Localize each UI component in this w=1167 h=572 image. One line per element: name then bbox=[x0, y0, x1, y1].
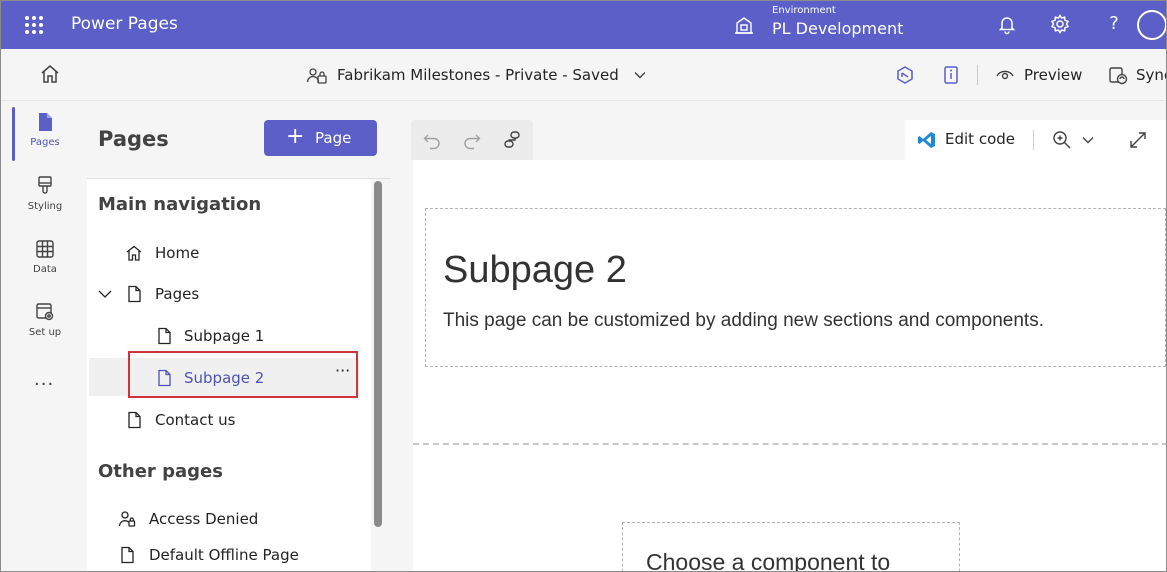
chevron-down-icon[interactable] bbox=[97, 286, 113, 302]
vscode-icon bbox=[918, 132, 935, 148]
rail-item-styling[interactable]: Styling bbox=[7, 169, 83, 227]
tree-item-subpage-1[interactable]: Subpage 1 bbox=[155, 325, 355, 349]
site-title[interactable]: Fabrikam Milestones - Private - Saved bbox=[337, 66, 619, 84]
tree-item-label: Default Offline Page bbox=[149, 546, 299, 564]
bell-icon[interactable] bbox=[996, 13, 1018, 35]
panel-title: Pages bbox=[98, 127, 169, 151]
home-icon bbox=[126, 245, 142, 261]
plus-icon: + bbox=[286, 124, 305, 149]
page-description[interactable]: This page can be customized by adding ne… bbox=[443, 310, 1044, 332]
zoom-icon[interactable] bbox=[1051, 129, 1073, 151]
page-icon bbox=[128, 285, 141, 303]
tree-item-label: Access Denied bbox=[149, 510, 259, 528]
page-icon bbox=[128, 411, 141, 429]
environment-icon[interactable] bbox=[733, 14, 755, 36]
chevron-down-icon[interactable] bbox=[633, 68, 647, 82]
page-heading[interactable]: Subpage 2 bbox=[443, 249, 627, 292]
sitemap-icon[interactable] bbox=[501, 129, 523, 151]
tree-item-label: Contact us bbox=[155, 411, 236, 429]
edit-code-button[interactable]: Edit code bbox=[945, 130, 1015, 148]
table-icon bbox=[36, 240, 54, 258]
toolbar-separator bbox=[1033, 130, 1034, 150]
tree-item-pages[interactable]: Pages bbox=[97, 283, 317, 307]
tree-item-label: Home bbox=[155, 244, 200, 262]
app-name[interactable]: Power Pages bbox=[71, 14, 178, 34]
rail-label: Pages bbox=[30, 137, 60, 148]
brush-icon bbox=[38, 176, 52, 194]
undo-icon[interactable] bbox=[421, 129, 443, 151]
section-divider bbox=[413, 443, 1166, 445]
preview-button[interactable]: Preview bbox=[1024, 66, 1082, 84]
tree-item-home[interactable]: Home bbox=[125, 242, 325, 266]
page-section[interactable]: Subpage 2 This page can be customized by… bbox=[425, 208, 1166, 367]
chevron-down-icon[interactable] bbox=[1081, 133, 1095, 147]
component-prompt: Choose a component to bbox=[646, 549, 891, 572]
account-icon[interactable] bbox=[1137, 10, 1166, 40]
rail-item-data[interactable]: Data bbox=[7, 232, 83, 290]
site-visibility-icon bbox=[306, 68, 327, 84]
command-bar: Fabrikam Milestones - Private - Saved Pr bbox=[1, 49, 1166, 101]
help-icon[interactable]: ? bbox=[1103, 13, 1125, 35]
page-tree: Main navigation Home Pages Subpage 1 Sub… bbox=[87, 179, 371, 571]
top-bar: Power Pages Environment PL Development ? bbox=[1, 1, 1166, 49]
rail-item-setup[interactable]: Set up bbox=[7, 295, 83, 353]
rail-label: Set up bbox=[28, 327, 62, 338]
other-pages-heading: Other pages bbox=[98, 461, 223, 482]
tree-item-contact-us[interactable]: Contact us bbox=[125, 409, 325, 433]
preview-icon[interactable] bbox=[994, 64, 1016, 86]
history-toolbar bbox=[411, 120, 533, 160]
scrollbar-thumb[interactable] bbox=[374, 181, 382, 527]
more-icon[interactable]: ... bbox=[34, 369, 54, 390]
app-launcher-icon[interactable] bbox=[23, 14, 45, 36]
environment-name[interactable]: PL Development bbox=[772, 19, 903, 38]
page-icon bbox=[39, 113, 52, 131]
setup-icon bbox=[36, 303, 54, 321]
home-icon[interactable] bbox=[39, 63, 61, 85]
settings-icon[interactable] bbox=[1049, 13, 1071, 35]
add-page-button[interactable]: + Page bbox=[264, 120, 377, 156]
highlight-annotation bbox=[128, 351, 358, 398]
add-page-label: Page bbox=[315, 129, 352, 147]
sync-icon[interactable] bbox=[1107, 64, 1129, 86]
component-picker[interactable]: Choose a component to bbox=[622, 522, 960, 572]
main-navigation-heading: Main navigation bbox=[98, 194, 262, 215]
pages-panel: Pages + Page Main navigation Home Pages … bbox=[87, 101, 391, 571]
rail-label: Styling bbox=[27, 201, 63, 212]
sync-button[interactable]: Sync bbox=[1136, 66, 1166, 84]
copilot-icon[interactable] bbox=[894, 64, 916, 86]
tree-item-access-denied[interactable]: Access Denied bbox=[118, 508, 338, 532]
site-info-icon[interactable] bbox=[940, 64, 962, 86]
left-rail: Pages Styling Data Set up ... bbox=[1, 101, 87, 571]
app-window: Power Pages Environment PL Development ? bbox=[0, 0, 1167, 572]
expand-icon[interactable] bbox=[1127, 129, 1149, 151]
person-lock-icon bbox=[118, 511, 136, 527]
page-icon bbox=[121, 546, 134, 564]
page-icon bbox=[158, 327, 171, 345]
environment-label: Environment bbox=[772, 5, 836, 16]
command-separator bbox=[977, 65, 978, 85]
rail-item-pages[interactable]: Pages bbox=[7, 105, 83, 163]
tree-item-label: Subpage 1 bbox=[184, 327, 265, 345]
rail-label: Data bbox=[33, 264, 57, 275]
tree-item-default-offline-page[interactable]: Default Offline Page bbox=[118, 544, 358, 568]
design-canvas: Edit code Subpage 2 This page can be cus… bbox=[391, 101, 1166, 572]
page-preview: Subpage 2 This page can be customized by… bbox=[413, 160, 1166, 572]
canvas-toolbar: Edit code bbox=[905, 120, 1166, 160]
redo-icon[interactable] bbox=[461, 129, 483, 151]
tree-item-label: Pages bbox=[155, 285, 200, 303]
